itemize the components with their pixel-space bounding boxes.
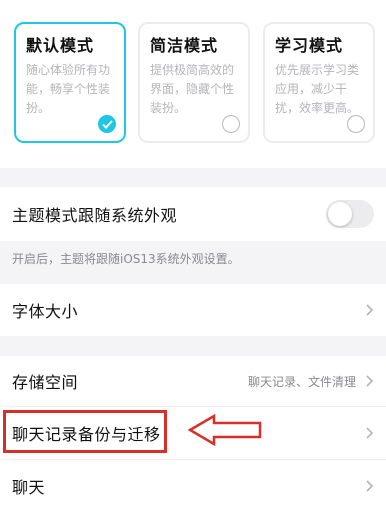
storage-label: 存储空间	[12, 373, 79, 392]
toggle-knob	[328, 202, 352, 226]
follow-system-label: 主题模式跟随系统外观	[12, 206, 178, 225]
radio-circle-icon	[347, 115, 365, 133]
chevron-right-icon	[366, 480, 374, 492]
mode-card-simple[interactable]: 简洁模式 提供极简高效的界面，隐藏个性装扮。	[138, 22, 250, 143]
mode-card-default[interactable]: 默认模式 随心体验所有功能，畅享个性装扮。	[14, 22, 126, 143]
annotation-highlight-box	[3, 410, 167, 453]
chevron-right-icon	[366, 375, 374, 387]
chevron-right-icon	[366, 427, 374, 439]
mode-card-description: 随心体验所有功能，畅享个性装扮。	[26, 63, 111, 115]
font-size-label: 字体大小	[12, 302, 79, 321]
font-size-row[interactable]: 字体大小	[0, 284, 386, 336]
chevron-right-icon	[366, 304, 374, 316]
follow-system-hint: 开启后，主题将跟随iOS13系统外观设置。	[12, 251, 240, 266]
mode-selector: 默认模式 随心体验所有功能，畅享个性装扮。 简洁模式 提供极简高效的界面，隐藏个…	[0, 0, 386, 168]
mode-card-title: 默认模式	[26, 36, 95, 55]
settings-page: 默认模式 随心体验所有功能，畅享个性装扮。 简洁模式 提供极简高效的界面，隐藏个…	[0, 0, 386, 512]
mode-card-title: 简洁模式	[150, 36, 219, 55]
chat-label: 聊天	[12, 478, 46, 497]
storage-row[interactable]: 存储空间 聊天记录、文件清理	[0, 356, 386, 406]
chat-row[interactable]: 聊天	[0, 460, 386, 512]
mode-card-description: 提供极简高效的界面，隐藏个性装扮。	[150, 63, 235, 115]
follow-system-toggle[interactable]	[326, 200, 374, 228]
annotation-arrow-icon	[188, 414, 262, 446]
follow-system-row: 主题模式跟随系统外观	[0, 187, 386, 241]
checkmark-icon	[98, 115, 116, 133]
mode-card-study[interactable]: 学习模式 优先展示学习类应用，减少干扰，效率更高。	[263, 22, 375, 143]
mode-card-description: 优先展示学习类应用，减少干扰，效率更高。	[275, 63, 360, 115]
storage-value: 聊天记录、文件清理	[247, 374, 356, 389]
radio-circle-icon	[222, 115, 240, 133]
mode-card-title: 学习模式	[275, 36, 344, 55]
